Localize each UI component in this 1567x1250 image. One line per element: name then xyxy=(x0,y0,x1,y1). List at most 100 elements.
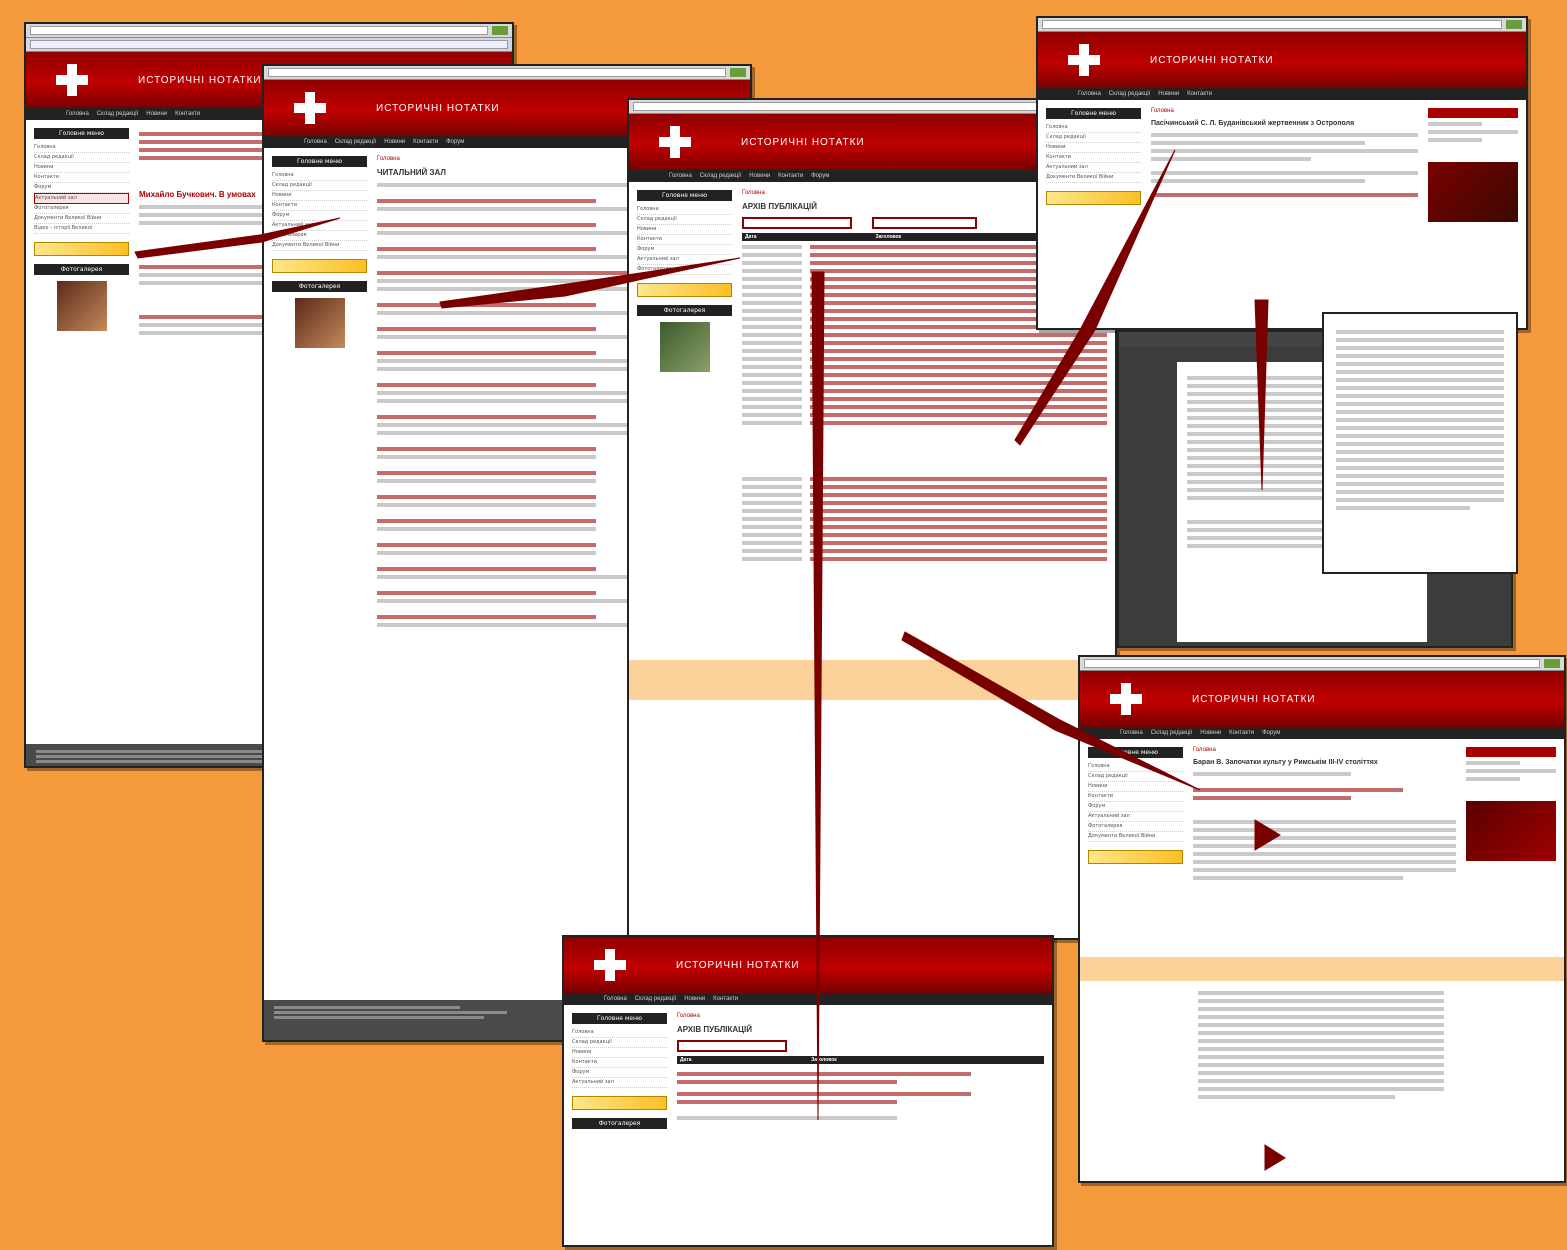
sidebar-item[interactable]: Склад редакції xyxy=(34,153,129,163)
sidebar-item[interactable]: Склад редакції xyxy=(637,215,732,225)
nav-item[interactable]: Форум xyxy=(446,139,464,145)
nav-item[interactable]: Склад редакції xyxy=(700,173,741,179)
photo-thumbnail[interactable] xyxy=(294,298,345,348)
sidebar-item[interactable]: Новини xyxy=(272,191,367,201)
nav-item[interactable]: Головна xyxy=(1120,730,1143,736)
sidebar-item[interactable]: Фотогалерея xyxy=(272,231,367,241)
nav-item[interactable]: Форум xyxy=(811,173,829,179)
table-row[interactable] xyxy=(742,525,1107,529)
sidebar-item[interactable]: Новини xyxy=(34,163,129,173)
nav-item[interactable]: Склад редакції xyxy=(635,996,676,1002)
sidebar-item[interactable]: Форум xyxy=(572,1068,667,1078)
sidebar-item[interactable]: Склад редакції xyxy=(1088,772,1183,782)
sidebar-item[interactable]: Склад редакції xyxy=(572,1038,667,1048)
nav-item[interactable]: Новини xyxy=(1200,730,1221,736)
sidebar-item-reading-room[interactable]: Актуальний зал xyxy=(34,193,129,204)
table-row[interactable] xyxy=(742,549,1107,553)
table-row[interactable] xyxy=(742,517,1107,521)
table-row[interactable] xyxy=(742,509,1107,513)
sidebar-item[interactable]: Головна xyxy=(1088,762,1183,772)
sidebar-item[interactable]: Склад редакції xyxy=(1046,133,1141,143)
date-column-header[interactable]: Дата xyxy=(742,233,873,241)
sidebar-item[interactable]: Головна xyxy=(34,143,129,153)
breadcrumb[interactable]: Головна xyxy=(677,1013,1044,1019)
browser-address-bar[interactable] xyxy=(1038,18,1526,32)
table-row[interactable] xyxy=(742,533,1107,537)
sidebar-item[interactable]: Актуальний зал xyxy=(1088,812,1183,822)
sidebar-item[interactable]: Фотогалерея xyxy=(34,204,129,214)
nav-item[interactable]: Головна xyxy=(1078,91,1101,97)
nav-item[interactable]: Контакти xyxy=(1187,91,1212,97)
table-row[interactable] xyxy=(742,349,1107,353)
promo-banner[interactable] xyxy=(34,242,129,256)
nav-item[interactable]: Склад редакції xyxy=(1109,91,1150,97)
title-column-header[interactable]: Заголовок xyxy=(808,1056,1044,1064)
sidebar-item[interactable]: Головна xyxy=(572,1028,667,1038)
sidebar-item[interactable]: Фотогалерея xyxy=(637,265,732,275)
promo-banner[interactable] xyxy=(1088,850,1183,864)
sidebar-item[interactable]: Документи Великої Війни xyxy=(34,214,129,224)
sidebar-item[interactable]: Фотогалерея xyxy=(1088,822,1183,832)
sidebar-item[interactable]: Актуальний зал xyxy=(637,255,732,265)
table-row[interactable] xyxy=(742,341,1107,345)
table-row[interactable] xyxy=(742,541,1107,545)
table-row[interactable] xyxy=(742,397,1107,401)
sidebar-item[interactable]: Документи Великої Війни xyxy=(1046,173,1141,183)
nav-item[interactable]: Контакти xyxy=(175,111,200,117)
nav-item[interactable]: Головна xyxy=(669,173,692,179)
nav-item[interactable]: Новини xyxy=(684,996,705,1002)
browser-address-bar[interactable] xyxy=(264,66,750,80)
sidebar-item[interactable]: Документи Великої Війни xyxy=(1088,832,1183,842)
table-row[interactable] xyxy=(742,557,1107,561)
table-row[interactable] xyxy=(742,493,1107,497)
nav-item[interactable]: Контакти xyxy=(413,139,438,145)
promo-banner[interactable] xyxy=(637,283,732,297)
browser-address-bar[interactable] xyxy=(26,24,512,38)
sidebar-item[interactable]: Актуальний зал xyxy=(272,221,367,231)
promo-banner[interactable] xyxy=(572,1096,667,1110)
table-row[interactable] xyxy=(742,333,1107,337)
nav-item[interactable]: Контакти xyxy=(1229,730,1254,736)
sidebar-item[interactable]: Новини xyxy=(1046,143,1141,153)
table-row[interactable] xyxy=(742,413,1107,417)
table-row[interactable] xyxy=(742,373,1107,377)
sidebar-item[interactable]: Новини xyxy=(1088,782,1183,792)
table-row[interactable] xyxy=(742,357,1107,361)
sidebar-item[interactable]: Форум xyxy=(637,245,732,255)
sidebar-item[interactable]: Форум xyxy=(34,183,129,193)
nav-item[interactable]: Склад редакції xyxy=(335,139,376,145)
sidebar-item[interactable]: Контакти xyxy=(272,201,367,211)
nav-item[interactable]: Новини xyxy=(1158,91,1179,97)
sidebar-item[interactable]: Контакти xyxy=(1046,153,1141,163)
table-row[interactable] xyxy=(742,501,1107,505)
table-row[interactable] xyxy=(742,389,1107,393)
sidebar-item[interactable]: Склад редакції xyxy=(272,181,367,191)
promo-banner[interactable] xyxy=(1046,191,1141,205)
nav-item[interactable]: Контакти xyxy=(713,996,738,1002)
table-row[interactable] xyxy=(742,421,1107,425)
table-row[interactable] xyxy=(742,381,1107,385)
sidebar-item[interactable]: Форум xyxy=(272,211,367,221)
sidebar-item[interactable]: Головна xyxy=(1046,123,1141,133)
sidebar-item[interactable]: Головна xyxy=(637,205,732,215)
filter-input[interactable] xyxy=(677,1040,787,1052)
book-cover[interactable] xyxy=(1428,162,1518,222)
table-row[interactable] xyxy=(742,485,1107,489)
nav-item[interactable]: Новини xyxy=(146,111,167,117)
sidebar-item[interactable]: Відео – історії Великої xyxy=(34,224,129,234)
nav-item[interactable]: Склад редакції xyxy=(1151,730,1192,736)
nav-item[interactable]: Новини xyxy=(749,173,770,179)
breadcrumb[interactable]: Головна xyxy=(1193,747,1456,753)
nav-item[interactable]: Головна xyxy=(604,996,627,1002)
photo-thumbnail[interactable] xyxy=(659,322,710,372)
sidebar-item[interactable]: Контакти xyxy=(572,1058,667,1068)
nav-item[interactable]: Головна xyxy=(66,111,89,117)
nav-item[interactable]: Склад редакції xyxy=(97,111,138,117)
sidebar-item[interactable]: Актуальний зал xyxy=(572,1078,667,1088)
nav-item[interactable]: Форум xyxy=(1262,730,1280,736)
sidebar-item[interactable]: Новини xyxy=(572,1048,667,1058)
sidebar-item[interactable]: Форум xyxy=(1088,802,1183,812)
photo-thumbnail[interactable] xyxy=(56,281,107,331)
sidebar-item[interactable]: Новини xyxy=(637,225,732,235)
nav-item[interactable]: Новини xyxy=(384,139,405,145)
